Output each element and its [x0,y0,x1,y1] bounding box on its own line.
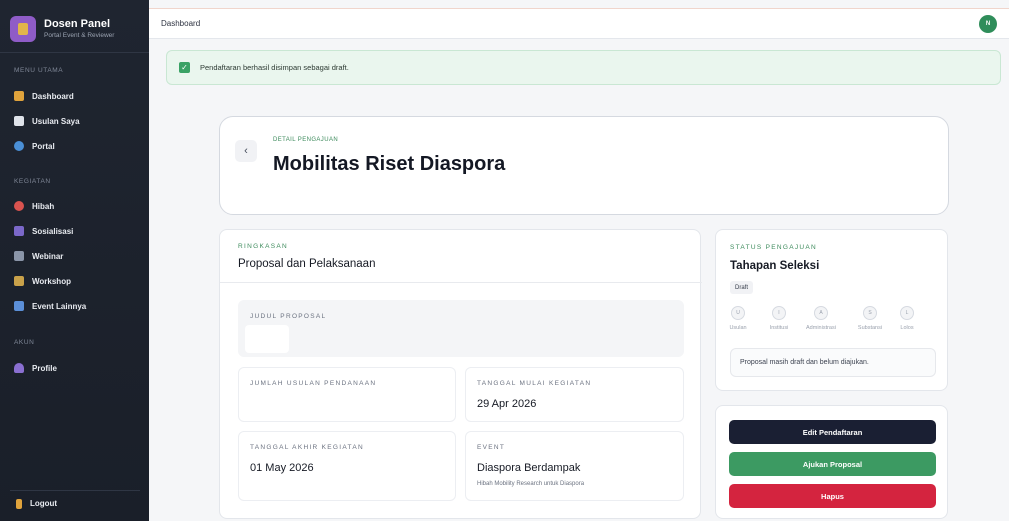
sidebar-item-label: Profile [32,363,57,373]
field-label: TANGGAL MULAI KEGIATAN [477,380,592,387]
success-alert: ✓ Pendaftaran berhasil disimpan sebagai … [166,50,1001,85]
selection-stepper: U Usulan I Institusi A Administrasi S Su… [726,306,938,336]
field-tanggal-akhir: TANGGAL AKHIR KEGIATAN 01 May 2026 [238,431,456,501]
sidebar-item-hibah[interactable]: Hibah [14,198,139,214]
detail-header-card: ‹ DETAIL PENGAJUAN Mobilitas Riset Diasp… [219,116,949,215]
sidebar-item-label: Event Lainnya [32,301,87,311]
user-icon [14,363,24,373]
brand-subtitle: Portal Event & Reviewer [44,32,115,39]
field-value: 01 May 2026 [250,462,314,474]
brand[interactable]: Dosen Panel Portal Event & Reviewer [10,16,114,42]
step-circle: U [731,306,745,320]
step-substansi: S Substansi [850,306,890,331]
sidebar-item-event-lainnya[interactable]: Event Lainnya [14,298,139,314]
field-value: 29 Apr 2026 [477,398,537,410]
sidebar-item-profile[interactable]: Profile [14,360,139,376]
logout-icon [16,498,22,509]
logout-label: Logout [30,499,58,508]
camera-icon [14,251,24,261]
sidebar-item-label: Sosialisasi [32,226,74,236]
field-value: Diaspora Berdampak [477,462,581,474]
step-circle: A [814,306,828,320]
section-label-menu-utama: MENU UTAMA [14,67,64,74]
field-jumlah-usulan: JUMLAH USULAN PENDANAAN [238,367,456,422]
field-judul-proposal: JUDUL PROPOSAL [238,300,684,357]
status-badge: Draft [730,281,754,294]
step-label: Institusi [769,325,789,331]
step-label: Lolos [900,325,914,331]
back-button[interactable]: ‹ [235,140,257,162]
sidebar-item-portal[interactable]: Portal [14,138,139,154]
document-icon [14,116,24,126]
breadcrumb[interactable]: Dashboard [161,19,200,28]
field-event: EVENT Diaspora Berdampak Hibah Mobility … [465,431,684,501]
step-label: Usulan [729,325,747,331]
field-value-box [245,325,289,353]
brand-divider [0,52,149,53]
sidebar-item-workshop[interactable]: Workshop [14,273,139,289]
status-note: Proposal masih draft dan belum diajukan. [730,348,936,377]
sidebar-item-label: Webinar [32,251,64,261]
page-title: Mobilitas Riset Diaspora [273,153,506,175]
tools-icon [14,276,24,286]
step-institusi: I Institusi [759,306,799,331]
globe-icon [14,141,24,151]
sidebar: Dosen Panel Portal Event & Reviewer MENU… [0,0,149,521]
step-label: Substansi [857,325,883,331]
people-icon [14,226,24,236]
edit-registration-button[interactable]: Edit Pendaftaran [729,420,936,444]
summary-title: Proposal dan Pelaksanaan [238,258,376,270]
avatar[interactable]: N [979,15,997,33]
home-icon [14,91,24,101]
field-tanggal-mulai: TANGGAL MULAI KEGIATAN 29 Apr 2026 [465,367,684,422]
sidebar-item-webinar[interactable]: Webinar [14,248,139,264]
delete-button[interactable]: Hapus [729,484,936,508]
calendar-icon [14,301,24,311]
field-label: EVENT [477,444,506,451]
status-title: Tahapan Seleksi [730,260,820,272]
brand-logo-icon [10,16,36,42]
sidebar-item-usulan-saya[interactable]: Usulan Saya [14,113,139,129]
step-administrasi: A Administrasi [801,306,841,331]
step-usulan: U Usulan [718,306,758,331]
summary-card: RINGKASAN Proposal dan Pelaksanaan JUDUL… [219,229,702,519]
check-icon: ✓ [179,62,190,73]
step-circle: S [863,306,877,320]
summary-header: RINGKASAN Proposal dan Pelaksanaan [220,230,702,283]
sidebar-item-dashboard[interactable]: Dashboard [14,88,139,104]
status-card: STATUS PENGAJUAN Tahapan Seleksi Draft U… [715,229,948,391]
submit-proposal-button[interactable]: Ajukan Proposal [729,452,936,476]
eyebrow-label: DETAIL PENGAJUAN [273,137,339,143]
section-label-akun: AKUN [14,339,35,346]
sidebar-item-label: Usulan Saya [32,116,80,126]
sidebar-item-label: Dashboard [32,91,74,101]
step-lolos: L Lolos [887,306,927,331]
step-circle: L [900,306,914,320]
sidebar-item-label: Workshop [32,276,71,286]
gift-icon [14,201,24,211]
topbar: Dashboard N [149,8,1009,39]
logout-button[interactable]: Logout [10,490,140,516]
sidebar-item-sosialisasi[interactable]: Sosialisasi [14,223,139,239]
step-label: Administrasi [806,325,836,331]
section-label-kegiatan: KEGIATAN [14,178,51,185]
chevron-left-icon: ‹ [244,145,248,157]
field-label: TANGGAL AKHIR KEGIATAN [250,444,364,451]
actions-card: Edit Pendaftaran Ajukan Proposal Hapus [715,405,948,519]
alert-message: Pendaftaran berhasil disimpan sebagai dr… [200,63,349,72]
summary-kicker: RINGKASAN [238,243,288,250]
field-label: JUDUL PROPOSAL [250,313,327,320]
status-kicker: STATUS PENGAJUAN [730,244,818,251]
sidebar-item-label: Hibah [32,201,55,211]
field-label: JUMLAH USULAN PENDANAAN [250,380,377,387]
sidebar-item-label: Portal [32,141,55,151]
field-subvalue: Hibah Mobility Research untuk Diaspora [477,481,585,487]
step-circle: I [772,306,786,320]
brand-title: Dosen Panel [44,18,111,30]
